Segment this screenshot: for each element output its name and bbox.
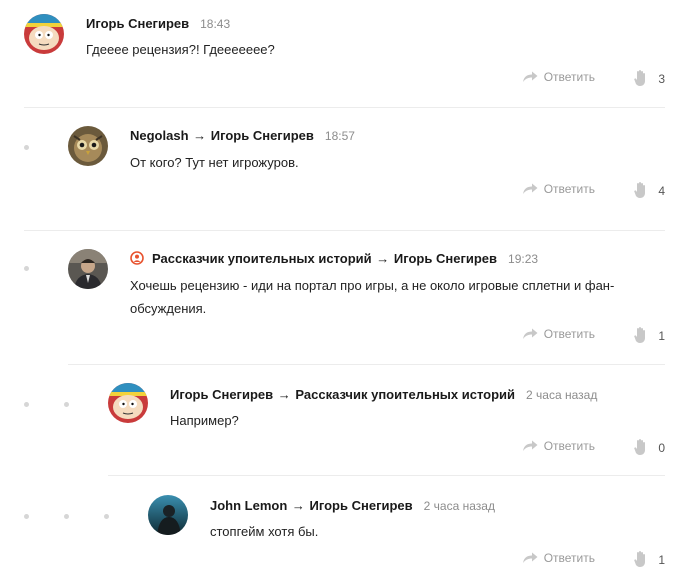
reply-to-name[interactable]: Игорь Снегирев	[394, 251, 497, 266]
reply-button[interactable]: Ответить	[522, 70, 595, 84]
comment-actions: Ответить 3	[465, 70, 665, 90]
hand-icon	[634, 70, 646, 86]
reply-button[interactable]: Ответить	[522, 327, 595, 341]
comment-text: От кого? Тут нет игрожуров.	[130, 155, 299, 170]
comment-header: Игорь Снегирев 18:43	[86, 16, 230, 32]
comment-time: 18:43	[200, 17, 231, 31]
reply-to-name[interactable]: Рассказчик упоительных историй	[295, 387, 515, 402]
thread-depth-dot	[64, 402, 69, 407]
avatar[interactable]	[24, 14, 64, 54]
like-button[interactable]: 4	[634, 182, 665, 199]
author-name[interactable]: Рассказчик упоительных историй	[152, 251, 372, 266]
reply-to-arrow: →	[277, 387, 291, 402]
reply-to-name[interactable]: Игорь Снегирев	[211, 128, 314, 143]
comment-text: Хочешь рецензию - иди на портал про игры…	[130, 278, 615, 316]
avatar[interactable]	[68, 249, 108, 289]
thread-depth-dot	[104, 514, 109, 519]
hand-icon	[634, 327, 646, 343]
hand-icon	[634, 182, 646, 198]
reply-to-name[interactable]: Игорь Снегирев	[310, 498, 413, 513]
avatar[interactable]	[148, 495, 188, 535]
comment-text: Гдееее рецензия?! Гдеееееее?	[86, 42, 275, 57]
thread-depth-dot	[64, 514, 69, 519]
reply-label: Ответить	[543, 439, 595, 453]
divider	[24, 230, 665, 231]
comment-header: Negolash → Игорь Снегирев 18:57	[130, 128, 355, 144]
avatar[interactable]	[108, 383, 148, 423]
reply-button[interactable]: Ответить	[522, 182, 595, 196]
like-button[interactable]: 1	[634, 327, 665, 344]
reply-arrow-icon	[522, 183, 538, 194]
reply-label: Ответить	[543, 70, 595, 84]
author-name[interactable]: Игорь Снегирев	[170, 387, 273, 402]
divider	[24, 107, 665, 108]
like-button[interactable]: 1	[634, 551, 665, 568]
circle-person-icon	[130, 251, 144, 265]
thread-depth-dot	[24, 145, 29, 150]
comment-header: Рассказчик упоительных историй → Игорь С…	[130, 251, 538, 267]
like-count: 0	[658, 440, 665, 455]
reply-label: Ответить	[543, 551, 595, 565]
comment-time: 19:23	[508, 252, 539, 266]
thread-depth-dot	[24, 402, 29, 407]
comment-time: 2 часа назад	[423, 499, 495, 513]
comment-text: Например?	[170, 413, 239, 428]
divider	[68, 364, 665, 365]
comment-header: John Lemon → Игорь Снегирев 2 часа назад	[210, 498, 495, 514]
author-name[interactable]: Игорь Снегирев	[86, 16, 189, 31]
comment-time: 2 часа назад	[526, 388, 598, 402]
reply-arrow-icon	[522, 552, 538, 563]
reply-label: Ответить	[543, 327, 595, 341]
author-name[interactable]: Negolash	[130, 128, 189, 143]
like-button[interactable]: 0	[634, 439, 665, 456]
reply-button[interactable]: Ответить	[522, 551, 595, 565]
comment-header: Игорь Снегирев → Рассказчик упоительных …	[170, 387, 597, 403]
avatar[interactable]	[68, 126, 108, 166]
divider	[108, 475, 665, 476]
hand-icon	[634, 439, 646, 455]
comment-actions: Ответить 1	[465, 551, 665, 571]
comment-actions: Ответить 4	[465, 182, 665, 202]
thread-depth-dot	[24, 266, 29, 271]
reply-arrow-icon	[522, 440, 538, 451]
reply-arrow-icon	[522, 71, 538, 82]
comment-actions: Ответить 1	[465, 327, 665, 347]
comment-time: 18:57	[324, 129, 355, 143]
like-count: 1	[658, 328, 665, 343]
comment-actions: Ответить 0	[465, 439, 665, 459]
thread-depth-dot	[24, 514, 29, 519]
like-count: 1	[658, 552, 665, 567]
like-button[interactable]: 3	[634, 70, 665, 87]
reply-to-arrow: →	[291, 498, 305, 513]
reply-label: Ответить	[543, 182, 595, 196]
comment-text: стопгейм хотя бы.	[210, 524, 319, 539]
hand-icon	[634, 551, 646, 567]
reply-to-arrow: →	[376, 251, 390, 266]
author-name[interactable]: John Lemon	[210, 498, 287, 513]
reply-arrow-icon	[522, 328, 538, 339]
reply-button[interactable]: Ответить	[522, 439, 595, 453]
reply-to-arrow: →	[193, 128, 207, 143]
like-count: 4	[658, 183, 665, 198]
like-count: 3	[658, 71, 665, 86]
